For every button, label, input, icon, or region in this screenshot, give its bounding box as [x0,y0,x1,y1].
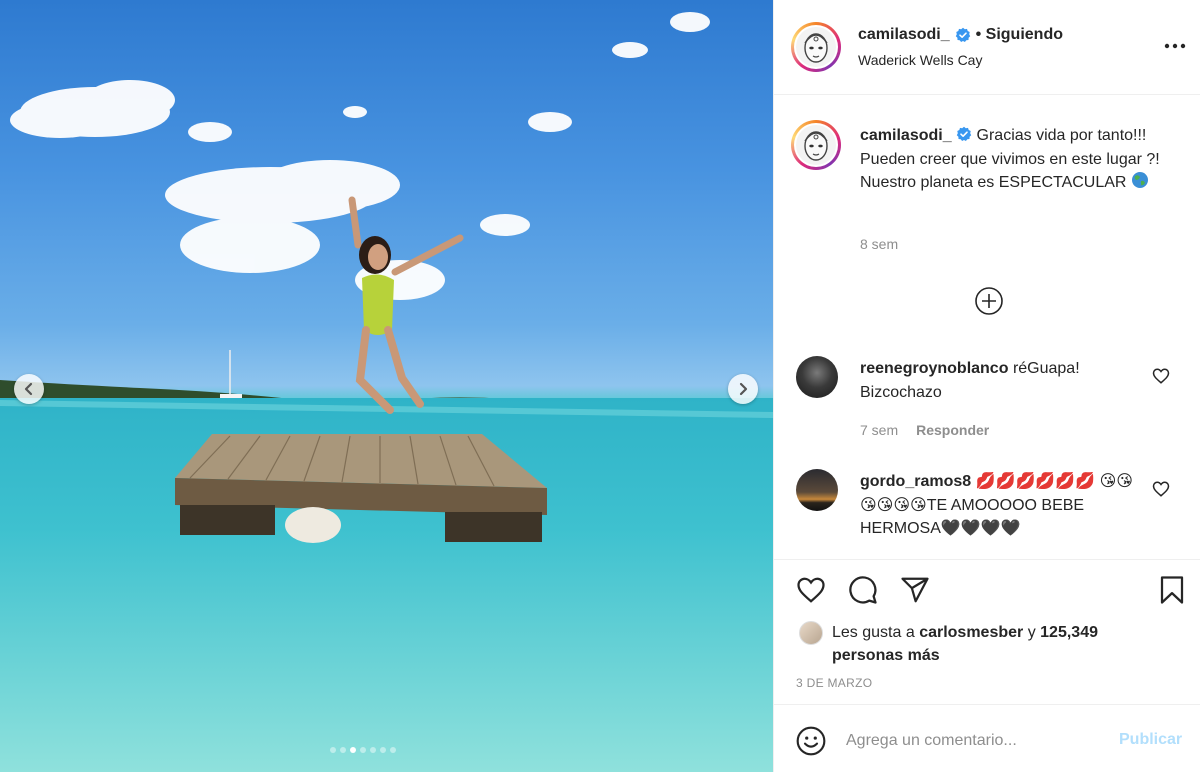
heart-icon [797,577,825,603]
previous-slide-button[interactable] [14,374,44,404]
likes-prefix: Les gusta a [832,624,915,641]
likes-joiner: y [1027,624,1036,641]
post-header: camilasodi_ • Siguiendo Waderick Wells C… [774,0,1200,95]
avatar-face-icon [804,131,828,161]
post-side-panel: camilasodi_ • Siguiendo Waderick Wells C… [773,0,1200,772]
more-options-button[interactable] [1163,36,1187,56]
reply-button[interactable]: Responder [916,422,989,438]
carousel-dot [390,747,396,753]
speech-bubble-icon [849,576,877,604]
post-photo[interactable] [0,0,773,772]
comment-input[interactable] [846,727,1106,755]
emoji-smiley-icon[interactable] [795,725,827,757]
post-location[interactable]: Waderick Wells Cay [858,52,982,68]
ellipsis-icon [1164,43,1186,49]
post-caption: camilasodi_ Gracias vida por tanto!!! Pu… [860,124,1170,195]
carousel-dot [380,747,386,753]
publish-button[interactable]: Publicar [1119,731,1182,749]
liker-username[interactable]: carlosmesber [919,624,1023,641]
photo-scene [0,12,773,772]
add-comment-bar: Publicar [774,704,1200,772]
post-actions: Les gusta a carlosmesber y 125,349 perso… [774,559,1200,704]
verified-badge-icon [955,27,970,42]
comment-item: gordo_ramos8 💋💋💋💋💋💋 😘😘😘😘😘😘TE AMOOOOO BEB… [860,470,1140,558]
avatar-face-icon [804,33,828,63]
globe-icon [1131,172,1148,188]
load-more-comments-icon[interactable] [974,286,1004,316]
chevron-right-icon [739,382,748,396]
caption-timestamp[interactable]: 8 sem [860,236,898,252]
carousel-dot [330,747,336,753]
carousel-dot [340,747,346,753]
paper-plane-icon [901,577,929,603]
carousel-dot [360,747,366,753]
comment-lips-emojis: 💋💋💋💋💋💋 [975,473,1096,490]
comment-meta: 7 sem Responder [860,422,989,438]
comment-item: reenegroynoblanco réGuapa! Bizcochazo [860,357,1140,404]
comment-username[interactable]: gordo_ramos8 [860,473,971,490]
author-avatar[interactable] [791,22,841,72]
next-slide-button[interactable] [728,374,758,404]
heart-icon[interactable] [1152,480,1170,498]
like-button[interactable] [795,574,827,606]
caption-author-avatar[interactable] [791,120,841,170]
commenter-avatar[interactable] [796,469,838,511]
comment-timestamp[interactable]: 7 sem [860,422,898,438]
carousel-indicator [330,747,396,753]
caption-username[interactable]: camilasodi_ [860,127,952,144]
save-button[interactable] [1156,574,1188,606]
chevron-left-icon [24,382,33,396]
likes-summary: Les gusta a carlosmesber y 125,349 perso… [832,621,1162,667]
verified-badge-icon [956,126,972,141]
bookmark-icon [1160,576,1184,604]
heart-icon[interactable] [1152,367,1170,385]
comment-username[interactable]: reenegroynoblanco [860,360,1008,377]
post-date[interactable]: 3 DE MARZO [796,676,872,690]
share-button[interactable] [899,574,931,606]
author-username[interactable]: camilasodi_ [858,26,950,44]
comment-button[interactable] [847,574,879,606]
liker-avatar[interactable] [799,621,823,645]
carousel-dot [350,747,356,753]
following-status[interactable]: • Siguiendo [976,26,1063,44]
commenter-avatar[interactable] [796,356,838,398]
carousel-dot [370,747,376,753]
